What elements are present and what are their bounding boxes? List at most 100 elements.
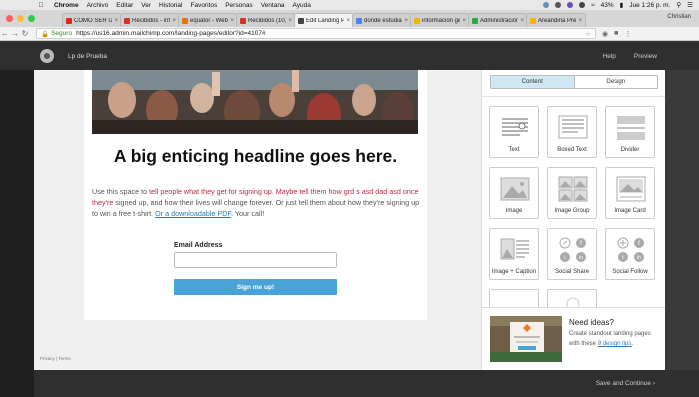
tab-favicon-icon — [124, 17, 130, 24]
block-social-share[interactable]: f t in Social Share — [547, 228, 597, 280]
extension-icon[interactable]: ■ — [614, 30, 618, 38]
tab-close-icon[interactable]: × — [114, 18, 118, 24]
pdf-link[interactable]: Or a downloadable PDF — [155, 209, 231, 218]
bottom-left-gutter — [0, 370, 34, 397]
need-ideas-text: Create standout landing pages with these… — [569, 329, 663, 349]
panel-tabs: Content Design — [490, 75, 658, 89]
tab-label: equator - Web — [190, 17, 228, 24]
menu-favoritos[interactable]: Favoritos — [190, 2, 217, 9]
block-divider[interactable]: Divider — [605, 106, 655, 158]
browser-tab[interactable]: Recibidos (10,4 × — [236, 13, 296, 27]
image-block-icon — [500, 177, 530, 201]
browser-tab[interactable]: Recibidos - inf × — [120, 13, 180, 27]
search-icon[interactable]: ⚲ — [676, 1, 681, 9]
landing-body-text[interactable]: Use this space to tell people what they … — [92, 186, 422, 219]
battery-icon[interactable]: ▮ — [620, 1, 624, 9]
extension-icon[interactable]: ◉ — [602, 30, 608, 38]
browser-tab[interactable]: Areandina Pre × — [526, 13, 586, 27]
status-app-icon[interactable] — [579, 2, 586, 8]
menu-ventana[interactable]: Ventana — [261, 2, 285, 9]
tab-close-icon[interactable]: × — [346, 18, 350, 24]
block-image-caption[interactable]: Image + Caption — [489, 228, 539, 280]
menu-historial[interactable]: Historial — [159, 2, 182, 9]
content-blocks-grid: Text Boxed Text Divider Image Image Grou… — [489, 106, 655, 311]
design-tips-link[interactable]: 9 design tips — [598, 341, 632, 347]
block-boxed-text[interactable]: Boxed Text — [547, 106, 597, 158]
video-block-icon — [566, 297, 580, 311]
block-partial[interactable] — [489, 289, 539, 307]
mailchimp-logo-icon[interactable] — [40, 49, 54, 63]
menu-personas[interactable]: Personas — [225, 2, 252, 9]
body-text-part: Use this space to — [92, 187, 150, 196]
tab-close-icon[interactable]: × — [404, 18, 408, 24]
save-and-continue-button[interactable]: Save and Continue › — [596, 380, 655, 387]
minimize-window-icon[interactable] — [17, 15, 24, 22]
email-field[interactable] — [174, 252, 337, 268]
wifi-icon[interactable]: ≈ — [591, 2, 595, 9]
block-partial[interactable] — [547, 289, 597, 311]
tab-label: Areandina Pre — [538, 17, 577, 24]
status-app-icon[interactable] — [543, 2, 550, 8]
menu-ayuda[interactable]: Ayuda — [293, 2, 311, 9]
help-link[interactable]: Help — [603, 53, 616, 60]
browser-tab[interactable]: donde estudiar × — [352, 13, 412, 27]
preview-link[interactable]: Preview — [634, 53, 657, 60]
panel-divider — [482, 96, 666, 97]
chrome-menu-icon[interactable]: ⋮ — [624, 30, 631, 38]
social-share-block-icon: f t in — [559, 237, 586, 262]
battery-percent[interactable]: 43% — [601, 2, 614, 9]
left-gutter — [0, 70, 34, 370]
block-text[interactable]: Text — [489, 106, 539, 158]
status-app-icon[interactable] — [567, 2, 574, 8]
editor-canvas: A big enticing headline goes here. Use t… — [34, 70, 481, 370]
browser-tab[interactable]: Administración × — [468, 13, 528, 27]
secure-label: Seguro — [51, 30, 73, 37]
menu-app-name[interactable]: Chrome — [54, 2, 79, 9]
apple-icon[interactable]:  — [36, 2, 46, 9]
tab-content[interactable]: Content — [491, 76, 575, 88]
tab-close-icon[interactable]: × — [462, 18, 466, 24]
block-social-follow[interactable]: f t in Social Follow — [605, 228, 655, 280]
landing-page-preview: A big enticing headline goes here. Use t… — [84, 70, 427, 320]
footer-links[interactable]: Privacy | Terms — [40, 356, 71, 361]
boxed-text-block-icon — [558, 115, 588, 139]
back-arrow-icon[interactable]: ← — [0, 29, 10, 38]
tab-close-icon[interactable]: × — [288, 18, 292, 24]
tab-design[interactable]: Design — [575, 76, 658, 88]
block-label: Divider — [620, 147, 640, 153]
tab-favicon-icon — [66, 17, 72, 24]
clock[interactable]: Jue 1:26 p. m. — [629, 2, 670, 9]
tab-label: Administración — [480, 17, 519, 24]
tab-close-icon[interactable]: × — [172, 18, 176, 24]
promo-image[interactable] — [490, 316, 562, 362]
profile-name[interactable]: Christian — [667, 14, 691, 20]
menu-list-icon[interactable]: ☰ — [687, 1, 693, 9]
menu-ver[interactable]: Ver — [141, 2, 151, 9]
close-window-icon[interactable] — [6, 15, 13, 22]
url-text[interactable]: https://us16.admin.mailchimp.com/landing… — [76, 30, 266, 37]
landing-headline[interactable]: A big enticing headline goes here. — [84, 146, 427, 167]
block-image-group[interactable]: Image Group — [547, 167, 597, 219]
browser-tab[interactable]: Edit Landing P × — [294, 13, 354, 27]
browser-tab[interactable]: CÓMO SER Ú × — [62, 13, 122, 27]
browser-tab[interactable]: información ge × — [410, 13, 470, 27]
bookmark-star-icon[interactable]: ☆ — [585, 30, 591, 38]
menu-archivo[interactable]: Archivo — [87, 2, 109, 9]
block-image[interactable]: Image — [489, 167, 539, 219]
signup-button[interactable]: Sign me up! — [174, 279, 337, 295]
maximize-window-icon[interactable] — [28, 15, 35, 22]
status-app-icon[interactable] — [555, 2, 562, 8]
browser-tab[interactable]: equator - Web × — [178, 13, 238, 27]
text-block-icon — [502, 118, 528, 136]
tab-close-icon[interactable]: × — [578, 18, 582, 24]
tab-close-icon[interactable]: × — [230, 18, 234, 24]
block-image-card[interactable]: Image Card — [605, 167, 655, 219]
reload-icon[interactable]: ↻ — [20, 29, 30, 38]
menu-editar[interactable]: Editar — [116, 2, 133, 9]
tab-close-icon[interactable]: × — [520, 18, 524, 24]
hero-image[interactable] — [92, 70, 418, 134]
address-bar[interactable]: 🔒 Seguro https://us16.admin.mailchimp.co… — [36, 28, 596, 39]
block-label: Image + Caption — [491, 269, 537, 275]
forward-arrow-icon[interactable]: → — [10, 29, 20, 38]
need-ideas-title: Need ideas? — [569, 318, 614, 327]
